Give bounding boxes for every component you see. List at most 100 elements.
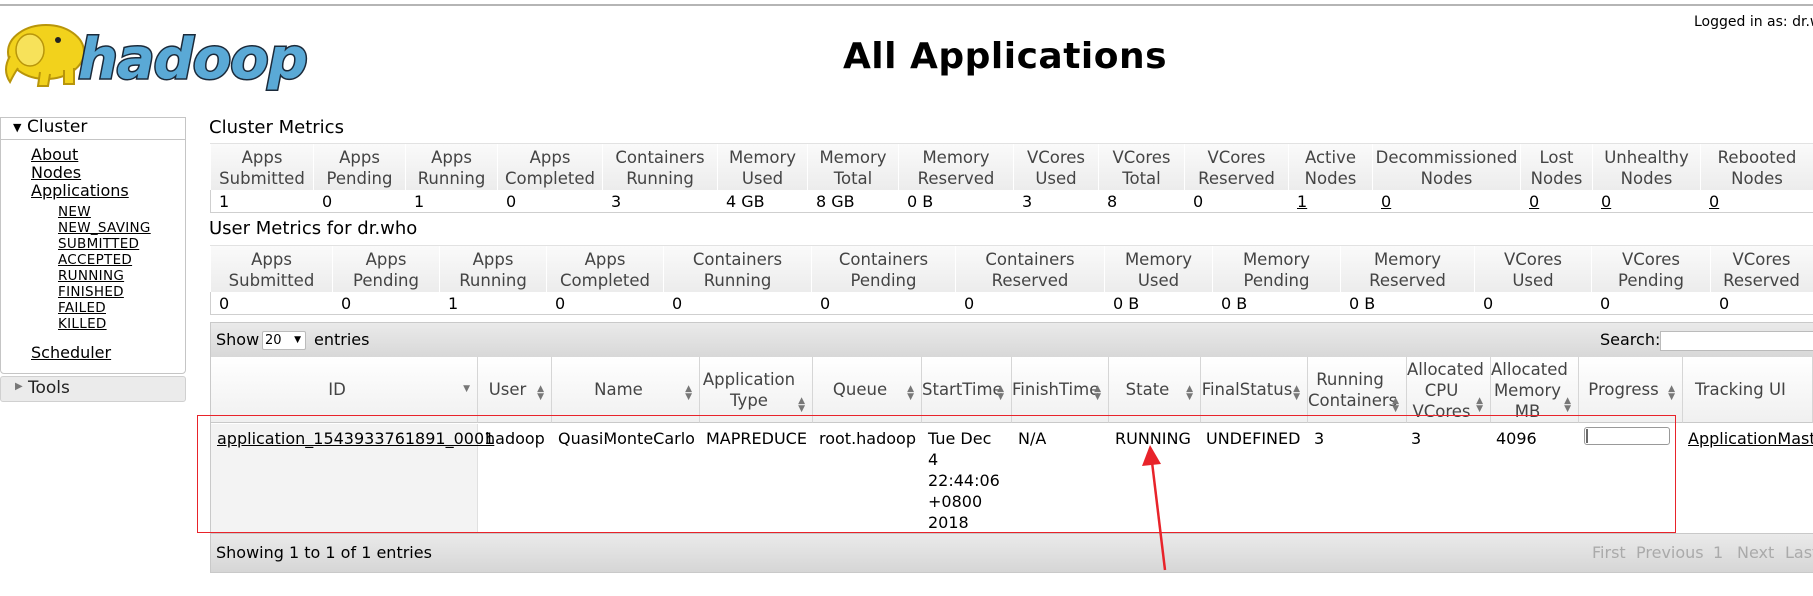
sidebar-state-finished[interactable]: FINISHED xyxy=(58,284,124,300)
user_metrics-value-0: 0 xyxy=(219,294,230,313)
tracking-ui-link[interactable]: ApplicationMaste xyxy=(1688,428,1813,449)
column-header-0[interactable]: ID ▼ xyxy=(211,357,478,423)
user_metrics-value-3: 0 xyxy=(555,294,566,313)
cluster-header[interactable]: ▼ Cluster xyxy=(0,117,184,139)
column-header-8[interactable]: FinalStatus ▲ ▼ xyxy=(1201,357,1308,423)
cluster_metrics-header-2: Apps Running xyxy=(405,144,497,190)
cluster_metrics-header-11: Active Nodes xyxy=(1288,144,1372,190)
collapsed-triangle-icon: ▶ xyxy=(15,381,23,392)
pager-last[interactable]: Last xyxy=(1785,543,1813,562)
cluster_metrics-value-5: 4 GB xyxy=(726,192,765,211)
cluster_metrics-value-9: 8 xyxy=(1107,192,1118,211)
page-size-select[interactable]: 20 ▼ xyxy=(262,331,306,350)
user_metrics-header-5: Containers Pending xyxy=(811,246,955,292)
sidebar-link-scheduler[interactable]: Scheduler xyxy=(31,343,111,362)
cluster_metrics-value-12[interactable]: 0 xyxy=(1381,192,1391,211)
cluster-metrics-values: 1 0 1 0 3 4 GB 8 GB 0 B 3 8 0 1 0 0 0 0 xyxy=(210,190,1813,213)
entries-label: entries xyxy=(314,330,370,349)
user_metrics-header-12: VCores Reserved xyxy=(1710,246,1812,292)
sort-icon[interactable]: ▲ ▼ xyxy=(1186,385,1193,402)
user_metrics-value-5: 0 xyxy=(820,294,831,313)
sidebar-state-new-saving[interactable]: NEW_SAVING xyxy=(58,220,151,236)
sidebar-state-killed[interactable]: KILLED xyxy=(58,316,107,332)
sidebar-link-about[interactable]: About xyxy=(31,145,78,164)
cluster_metrics-value-15[interactable]: 0 xyxy=(1709,192,1719,211)
column-header-2[interactable]: Name ▲ ▼ xyxy=(552,357,700,423)
cluster_metrics-value-7: 0 B xyxy=(907,192,934,211)
column-header-4[interactable]: Queue ▲ ▼ xyxy=(813,357,922,423)
sort-icon[interactable]: ▲ ▼ xyxy=(1668,385,1675,402)
user_metrics-header-0: Apps Submitted xyxy=(210,246,332,292)
column-header-text: Progress xyxy=(1588,380,1659,399)
sort-icon[interactable]: ▲ ▼ xyxy=(685,385,692,402)
logged-in-text: Logged in as: dr.w xyxy=(1694,14,1813,30)
sort-icon[interactable]: ▲ ▼ xyxy=(1564,397,1571,414)
column-header-13[interactable]: Tracking UI xyxy=(1683,357,1813,423)
column-header-text: StartTime xyxy=(922,380,1003,399)
user_metrics-value-2: 1 xyxy=(448,294,459,313)
pager-page-1[interactable]: 1 xyxy=(1713,543,1723,562)
cluster_metrics-value-13[interactable]: 0 xyxy=(1529,192,1539,211)
sidebar-state-new[interactable]: NEW xyxy=(58,204,91,220)
sidebar-state-submitted[interactable]: SUBMITTED xyxy=(58,236,139,252)
sort-icon[interactable]: ▲ ▼ xyxy=(537,385,544,402)
user_metrics-value-1: 0 xyxy=(341,294,352,313)
user_metrics-header-10: VCores Used xyxy=(1474,246,1591,292)
sort-icon[interactable]: ▼ xyxy=(463,385,470,394)
sort-icon[interactable]: ▲ ▼ xyxy=(1094,385,1101,402)
user_metrics-header-8: Memory Pending xyxy=(1212,246,1340,292)
search-input[interactable] xyxy=(1660,331,1813,351)
column-header-9[interactable]: Running Containers ▲ ▼ xyxy=(1308,357,1407,423)
sort-icon[interactable]: ▲ ▼ xyxy=(798,397,805,414)
pager-previous[interactable]: Previous xyxy=(1636,543,1704,562)
cluster_metrics-header-14: Unhealthy Nodes xyxy=(1592,144,1700,190)
column-header-10[interactable]: Allocated CPU VCores ▲ ▼ xyxy=(1407,357,1491,423)
cluster_metrics-header-12: Decommissioned Nodes xyxy=(1372,144,1520,190)
sidebar-state-accepted[interactable]: ACCEPTED xyxy=(58,252,132,268)
cluster-metrics-header: Apps Submitted Apps Pending Apps Running Apps C… xyxy=(210,143,1813,190)
column-header-3[interactable]: Application Type ▲ ▼ xyxy=(700,357,813,423)
user_metrics-header-3: Apps Completed xyxy=(546,246,663,292)
pager-first[interactable]: First xyxy=(1592,543,1626,562)
cluster_metrics-header-13: Lost Nodes xyxy=(1520,144,1592,190)
column-header-text: Tracking UI xyxy=(1695,380,1786,399)
sort-icon[interactable]: ▲ ▼ xyxy=(1392,397,1399,414)
tools-header[interactable]: ▶ Tools xyxy=(0,376,186,402)
column-header-1[interactable]: User ▲ ▼ xyxy=(478,357,552,423)
user-metrics-header: Apps Submitted Apps Pending Apps Running Apps C… xyxy=(210,245,1813,292)
sidebar-link-nodes[interactable]: Nodes xyxy=(31,163,81,182)
sidebar-state-failed[interactable]: FAILED xyxy=(58,300,106,316)
sort-icon[interactable]: ▲ ▼ xyxy=(997,385,1004,402)
column-header-5[interactable]: StartTime ▲ ▼ xyxy=(922,357,1012,423)
table-toolbar xyxy=(210,322,1813,358)
column-header-11[interactable]: Allocated Memory MB ▲ ▼ xyxy=(1491,357,1579,423)
column-header-6[interactable]: FinishTime ▲ ▼ xyxy=(1012,357,1109,423)
user_metrics-header-11: VCores Pending xyxy=(1591,246,1710,292)
column-header-text: FinalStatus xyxy=(1201,380,1293,399)
cluster_metrics-value-6: 8 GB xyxy=(816,192,855,211)
column-header-text: Allocated xyxy=(1407,360,1484,379)
cluster_metrics-value-14[interactable]: 0 xyxy=(1601,192,1611,211)
column-header-text: Containers xyxy=(1308,391,1398,410)
column-header-text: State xyxy=(1125,380,1170,399)
sort-icon[interactable]: ▲ ▼ xyxy=(1476,397,1483,414)
column-header-12[interactable]: Progress ▲ ▼ xyxy=(1579,357,1683,423)
cluster_metrics-value-3: 0 xyxy=(506,192,517,211)
column-header-text: CPU xyxy=(1424,381,1459,400)
cluster_metrics-value-4: 3 xyxy=(611,192,622,211)
pager-next[interactable]: Next xyxy=(1737,543,1774,562)
cluster_metrics-header-1: Apps Pending xyxy=(313,144,405,190)
column-header-7[interactable]: State ▲ ▼ xyxy=(1109,357,1201,423)
cluster_metrics-header-15: Rebooted Nodes xyxy=(1700,144,1813,190)
cluster_metrics-value-11[interactable]: 1 xyxy=(1297,192,1307,211)
page-title: All Applications xyxy=(842,36,1168,77)
sidebar-state-running[interactable]: RUNNING xyxy=(58,268,124,284)
expanded-triangle-icon: ▼ xyxy=(13,121,22,134)
sort-icon[interactable]: ▲ ▼ xyxy=(907,385,914,402)
sort-icon[interactable]: ▲ ▼ xyxy=(1293,385,1300,402)
cluster_metrics-value-2: 1 xyxy=(414,192,425,211)
column-header-text: Application xyxy=(702,370,796,389)
cluster_metrics-header-0: Apps Submitted xyxy=(210,144,313,190)
sidebar-link-applications[interactable]: Applications xyxy=(31,181,129,200)
cluster_metrics-value-10: 0 xyxy=(1193,192,1204,211)
